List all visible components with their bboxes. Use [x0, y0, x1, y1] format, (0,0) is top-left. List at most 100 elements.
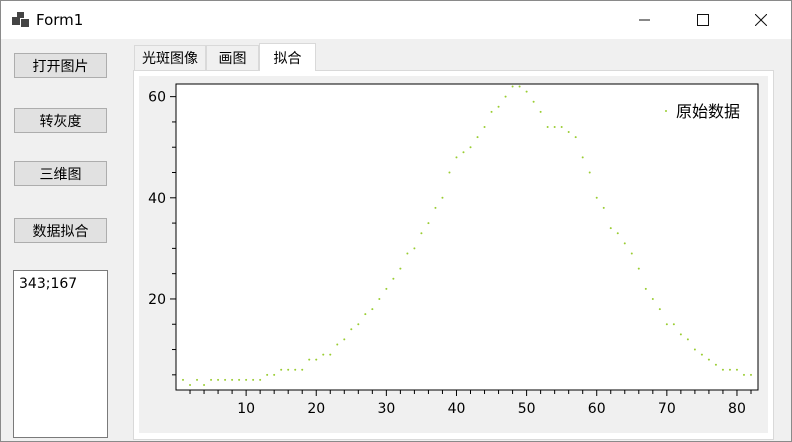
plot-area [175, 83, 759, 391]
data-point [714, 363, 717, 366]
data-point [560, 125, 563, 128]
data-point [700, 353, 703, 356]
x-tick-label: 80 [728, 401, 746, 417]
tab-spot-image[interactable]: 光斑图像 [134, 45, 206, 71]
data-point [357, 323, 360, 326]
maximize-button[interactable] [674, 1, 732, 39]
data-point [511, 85, 514, 88]
data-point [742, 373, 745, 376]
data-point [532, 100, 535, 103]
data-point [672, 323, 675, 326]
data-point [434, 206, 437, 209]
data-point [686, 338, 689, 341]
data-point [483, 125, 486, 128]
form-app-icon [12, 12, 29, 27]
data-point [280, 368, 283, 371]
x-tick-label: 50 [518, 401, 536, 417]
data-point [441, 196, 444, 199]
data-point [252, 378, 255, 381]
data-point [259, 378, 262, 381]
y-tick-label: 40 [148, 191, 166, 207]
data-point [497, 105, 500, 108]
legend: 原始数据 [665, 102, 740, 121]
data-point [231, 378, 234, 381]
x-tick-label: 40 [448, 401, 466, 417]
title-bar: Form1 [1, 1, 791, 39]
data-point [693, 348, 696, 351]
tab-fit[interactable]: 拟合 [259, 43, 316, 71]
y-tick-label: 20 [148, 292, 166, 308]
data-point [217, 378, 220, 381]
coordinates-textbox[interactable]: 343;167 [13, 270, 108, 438]
data-point [658, 308, 661, 311]
data-point [322, 353, 325, 356]
data-point [266, 373, 269, 376]
data-point [329, 353, 332, 356]
data-point [189, 383, 192, 386]
data-point [504, 95, 507, 98]
data-point [749, 373, 752, 376]
data-point [518, 85, 521, 88]
data-point [350, 328, 353, 331]
data-point [602, 206, 605, 209]
data-point [609, 227, 612, 230]
data-point [630, 252, 633, 255]
data-point [581, 156, 584, 159]
data-point [546, 125, 549, 128]
x-tick-label: 70 [658, 401, 676, 417]
fit-chart: 10 20 30 40 50 60 70 80 20 40 60 原始数据 [148, 83, 759, 417]
data-point [455, 156, 458, 159]
legend-label: 原始数据 [676, 102, 740, 121]
data-point [595, 196, 598, 199]
tab-draw[interactable]: 画图 [206, 45, 259, 71]
data-point [364, 313, 367, 316]
x-tick-label: 60 [588, 401, 606, 417]
data-point [287, 368, 290, 371]
data-point [574, 136, 577, 139]
data-point [308, 358, 311, 361]
data-point [448, 171, 451, 174]
data-point [469, 146, 472, 149]
main-window: Form1 打开图片 转灰度 三维图 数据拟合 343;167 光斑图像 画图 … [0, 0, 792, 442]
data-point [406, 252, 409, 255]
data-point [315, 358, 318, 361]
data-point [182, 378, 185, 381]
data-point [385, 287, 388, 290]
data-point [588, 171, 591, 174]
data-point [245, 378, 248, 381]
data-point [644, 287, 647, 290]
minimize-button[interactable] [616, 1, 674, 39]
data-point [343, 338, 346, 341]
data-point [413, 247, 416, 250]
chart-area: 10 20 30 40 50 60 70 80 20 40 60 原始数据 [139, 76, 768, 433]
data-point [707, 358, 710, 361]
maximize-icon [697, 14, 709, 26]
data-point [525, 90, 528, 93]
data-point [294, 368, 297, 371]
legend-marker [665, 110, 667, 112]
data-point [665, 323, 668, 326]
data-point [679, 333, 682, 336]
to-grayscale-button[interactable]: 转灰度 [14, 108, 107, 133]
3d-view-button[interactable]: 三维图 [14, 161, 107, 186]
window-title: Form1 [36, 11, 84, 29]
open-image-button[interactable]: 打开图片 [14, 53, 107, 78]
data-point [203, 383, 206, 386]
data-point [637, 267, 640, 270]
data-point [623, 242, 626, 245]
close-icon [755, 14, 767, 26]
data-point [392, 277, 395, 280]
y-tick-label: 60 [148, 90, 166, 106]
data-point [462, 151, 465, 154]
data-point [490, 110, 493, 113]
x-tick-label: 10 [237, 401, 255, 417]
data-point [420, 232, 423, 235]
minimize-icon [639, 19, 650, 21]
data-point [273, 373, 276, 376]
data-point [651, 297, 654, 300]
data-point [371, 308, 374, 311]
close-button[interactable] [732, 1, 790, 39]
data-point [616, 232, 619, 235]
data-fit-button[interactable]: 数据拟合 [14, 218, 107, 243]
data-point [476, 136, 479, 139]
